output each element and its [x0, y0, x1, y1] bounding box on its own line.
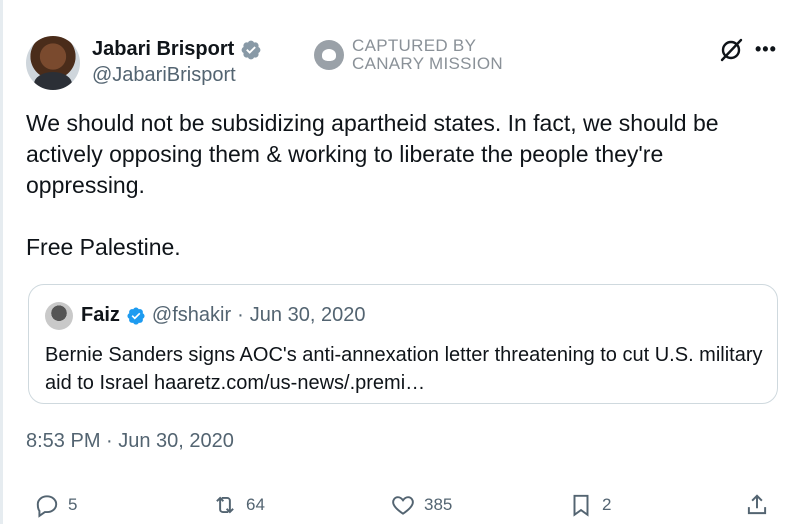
canary-logo-icon	[314, 40, 344, 70]
bookmark-button[interactable]: 2	[568, 492, 611, 518]
bookmark-count: 2	[602, 495, 612, 514]
quoted-display-name[interactable]: Faiz	[81, 304, 120, 327]
verified-badge-icon	[241, 40, 261, 59]
author-handle[interactable]: @JabariBrisport	[92, 64, 236, 87]
reply-button[interactable]: 5	[34, 492, 77, 518]
author-display-name[interactable]: Jabari Brisport	[92, 38, 234, 61]
repost-button[interactable]: 64	[212, 492, 265, 518]
quoted-avatar[interactable]	[45, 302, 73, 330]
tweet-text: We should not be subsidizing apartheid s…	[26, 108, 766, 263]
watermark: CAPTURED BY CANARY MISSION	[314, 37, 503, 73]
quoted-header: Faiz @fshakir · Jun 30, 2020	[81, 304, 365, 327]
like-button[interactable]: 385	[390, 492, 452, 518]
action-bar: 5 64 385 2	[0, 492, 800, 524]
quoted-separator: ·	[237, 304, 244, 326]
left-border	[0, 0, 3, 524]
share-button[interactable]	[744, 492, 770, 518]
quoted-date[interactable]: Jun 30, 2020	[250, 304, 366, 327]
bookmark-icon	[573, 494, 589, 517]
quoted-text: Bernie Sanders signs AOC's anti-annexati…	[45, 344, 763, 394]
avatar[interactable]	[26, 36, 80, 90]
like-count: 385	[424, 495, 453, 514]
quoted-tweet[interactable]: Faiz @fshakir · Jun 30, 2020 Bernie Sand…	[28, 284, 778, 404]
verified-badge-icon	[127, 306, 145, 325]
heart-icon	[392, 496, 414, 515]
watermark-line2: CANARY MISSION	[352, 54, 503, 73]
repost-icon	[216, 496, 234, 514]
reply-icon	[36, 495, 58, 518]
watermark-line1: CAPTURED BY	[352, 36, 477, 55]
more-icon[interactable]: •••	[755, 39, 777, 60]
tweet-paragraph: Free Palestine.	[26, 234, 181, 260]
tweet-paragraph: We should not be subsidizing apartheid s…	[26, 110, 719, 198]
quoted-handle[interactable]: @fshakir	[152, 304, 231, 327]
author-name-row: Jabari Brisport	[92, 38, 262, 61]
share-icon	[747, 494, 767, 515]
tweet-timestamp[interactable]: 8:53 PM · Jun 30, 2020	[26, 430, 234, 453]
reply-count: 5	[68, 495, 78, 514]
grok-icon[interactable]	[718, 37, 744, 63]
repost-count: 64	[246, 495, 265, 514]
